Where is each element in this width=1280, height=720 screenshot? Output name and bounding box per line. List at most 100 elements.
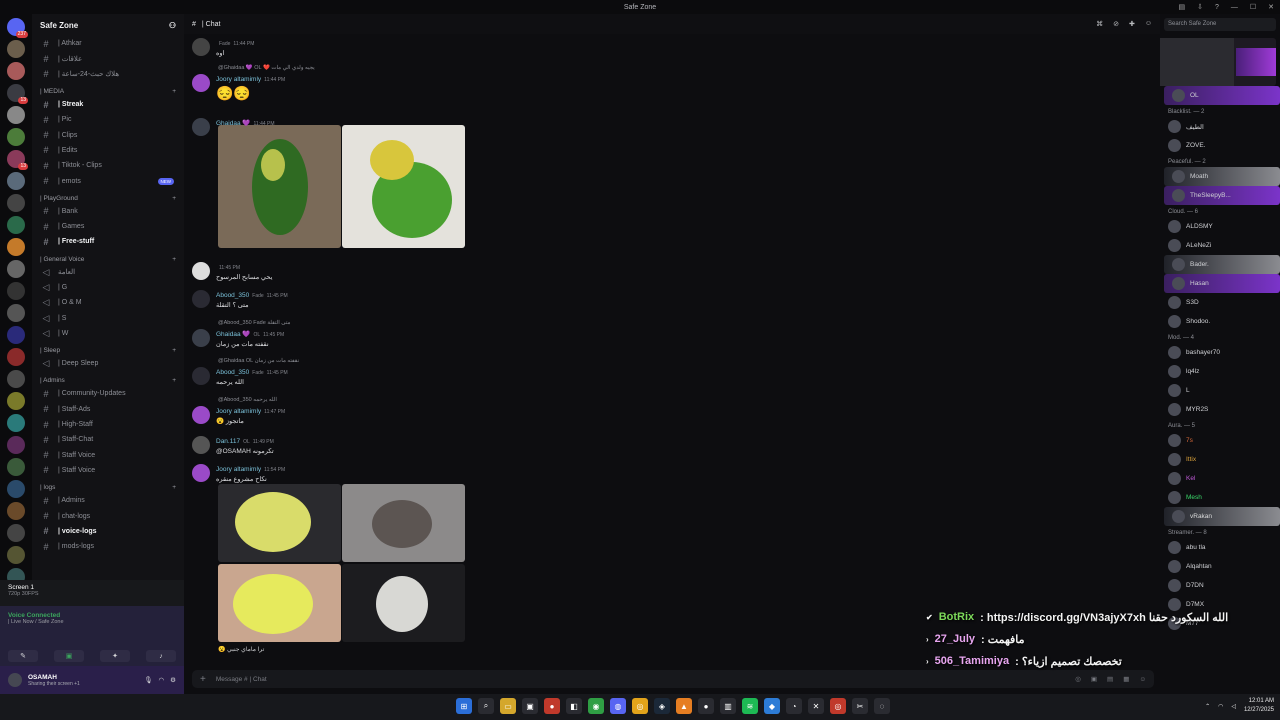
server-icon[interactable] [7, 326, 25, 344]
message-image[interactable] [342, 564, 465, 642]
add-channel-icon[interactable]: + [172, 256, 176, 263]
server-icon[interactable]: 237 [7, 18, 28, 38]
search-icon[interactable]: ⌕ [478, 698, 494, 714]
chrome-icon[interactable]: ◎ [632, 698, 648, 714]
vlc-icon[interactable]: ▲ [676, 698, 692, 714]
reply-preview[interactable]: @Ghaidaa 💜 OL ❤️ يجيه ولدي الي مات [218, 65, 315, 71]
channel-category[interactable]: | General Voice + [32, 250, 184, 265]
avatar[interactable] [192, 464, 210, 482]
channel-item[interactable]: # | Bank [32, 204, 184, 219]
browser-icon[interactable]: ◉ [588, 698, 604, 714]
member-item[interactable]: lq4lz [1160, 362, 1280, 381]
mic-off-icon[interactable]: ✎ [8, 650, 38, 662]
avatar[interactable] [192, 406, 210, 424]
channel-item[interactable]: # | Streak [32, 97, 184, 112]
message-image[interactable] [218, 125, 341, 248]
wifi-icon[interactable]: ◠ [1218, 703, 1223, 710]
search-input[interactable]: Search Safe Zone [1164, 18, 1276, 31]
channel-item[interactable]: ◁ العامة [32, 265, 184, 280]
channel-item[interactable]: # | Community-Updates [32, 386, 184, 401]
channel-item[interactable]: # | علاقات [32, 51, 184, 66]
soundboard-icon[interactable]: ♪ [146, 650, 176, 662]
capcut-icon[interactable]: ✂ [852, 698, 868, 714]
stream-preview[interactable] [1160, 38, 1276, 86]
member-item[interactable]: S3D [1160, 293, 1280, 312]
message-author[interactable]: Joory altamimly [216, 408, 261, 415]
member-item[interactable]: Mesh [1160, 488, 1280, 507]
message-author[interactable]: Ghaidaa 💜 [216, 331, 250, 338]
server-icon[interactable] [7, 370, 25, 388]
member-item[interactable]: Shodoo. [1160, 312, 1280, 331]
app-icon[interactable]: ▣ [522, 698, 538, 714]
member-item[interactable]: vRakan [1164, 507, 1280, 526]
message-author[interactable]: Ghaidaa 💜 [216, 120, 250, 127]
add-channel-icon[interactable]: + [172, 347, 176, 354]
member-item[interactable]: الطيف [1160, 117, 1280, 136]
channel-item[interactable]: # | voice-logs [32, 524, 184, 539]
channel-category[interactable]: | MEDIA + [32, 82, 184, 97]
channel-item[interactable]: # | Admins [32, 493, 184, 508]
mic-icon[interactable]: 🎙 [144, 676, 152, 684]
channel-category[interactable]: | Admins + [32, 371, 184, 386]
message-author[interactable]: Joory altamimly [216, 76, 261, 83]
channel-item[interactable]: # | Athkar [32, 36, 184, 51]
reply-preview[interactable]: @Abood_350 الله يرحمه [218, 397, 277, 403]
avatar[interactable] [192, 367, 210, 385]
screen-share-panel[interactable]: Screen 1 720p 30FPS [0, 580, 184, 606]
gift-icon[interactable]: ◎ [1075, 675, 1081, 683]
server-icon[interactable] [7, 216, 25, 234]
channel-item[interactable]: # | Edits [32, 143, 184, 158]
threads-icon[interactable]: ⌘ [1096, 20, 1103, 28]
member-item[interactable]: ALDSMY [1160, 217, 1280, 236]
start-icon[interactable]: ⊞ [456, 698, 472, 714]
server-icon[interactable] [7, 106, 25, 124]
avatar[interactable] [192, 118, 210, 136]
server-icon[interactable] [7, 304, 25, 322]
avatar[interactable] [8, 673, 22, 687]
server-icon[interactable] [7, 502, 25, 520]
channel-item[interactable]: # | Tiktok - Clips [32, 158, 184, 173]
server-icon[interactable] [7, 194, 25, 212]
channel-item[interactable]: ◁ | O & M [32, 295, 184, 310]
chrome2-icon[interactable]: ◎ [830, 698, 846, 714]
clock[interactable]: 12:01 AM 12/27/2025 [1244, 697, 1274, 715]
channel-item[interactable]: # | Staff Voice [32, 448, 184, 463]
member-item[interactable]: ALeNeZi [1160, 236, 1280, 255]
inbox-icon[interactable]: ▤ [1178, 3, 1185, 11]
server-icon[interactable] [7, 524, 25, 542]
download-icon[interactable]: ⇩ [1197, 3, 1203, 11]
store-icon[interactable]: ◆ [764, 698, 780, 714]
recorder-icon[interactable]: ◌ [874, 698, 890, 714]
avatar[interactable] [192, 290, 210, 308]
member-item[interactable]: Alqahtan [1160, 557, 1280, 576]
server-icon[interactable] [7, 414, 25, 432]
channel-category[interactable]: | logs + [32, 478, 184, 493]
message-input[interactable]: + Message # | Chat ◎ ▣ ▤ ▦ ☺ [192, 670, 1154, 688]
channel-item[interactable]: # | Games [32, 219, 184, 234]
add-channel-icon[interactable]: + [172, 377, 176, 384]
emoji-icon[interactable]: ☺ [1139, 676, 1146, 683]
channel-item[interactable]: # | mods-logs [32, 539, 184, 554]
voice-channel[interactable]: | Live Now / Safe Zone [8, 619, 176, 625]
channel-item[interactable]: # | Staff-Chat [32, 432, 184, 447]
folder-icon[interactable]: ▭ [500, 698, 516, 714]
member-item[interactable]: MYR2S [1160, 400, 1280, 419]
message-author[interactable]: Abood_350 [216, 369, 249, 376]
avatar[interactable] [192, 329, 210, 347]
channel-item[interactable]: ◁ | Deep Sleep [32, 356, 184, 371]
member-item[interactable]: D7DN [1160, 576, 1280, 595]
terminal-icon[interactable]: ▥ [720, 698, 736, 714]
avatar[interactable] [192, 436, 210, 454]
server-icon[interactable] [7, 458, 25, 476]
server-icon[interactable] [7, 282, 25, 300]
maximize-icon[interactable]: ☐ [1250, 3, 1256, 11]
member-item[interactable]: ZOVE. [1160, 136, 1280, 155]
channel-item[interactable]: # | Staff Voice [32, 463, 184, 478]
channel-item[interactable]: # | chat-logs [32, 508, 184, 523]
member-item[interactable]: L [1160, 381, 1280, 400]
server-icon[interactable] [7, 546, 25, 564]
server-icon[interactable] [7, 348, 25, 366]
member-item[interactable]: Kel [1160, 469, 1280, 488]
discord-icon[interactable]: ◍ [610, 698, 626, 714]
channel-item[interactable]: # | Staff-Ads [32, 402, 184, 417]
